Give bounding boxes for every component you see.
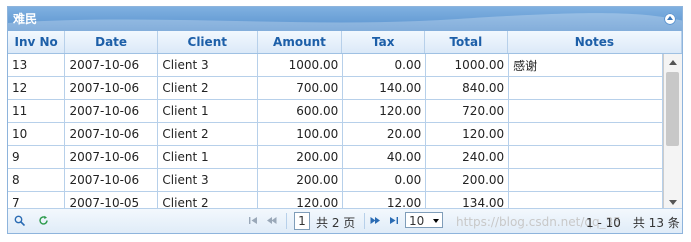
previous-page-icon[interactable] (266, 215, 277, 226)
column-header-notes[interactable]: Notes (507, 31, 682, 54)
column-header-date[interactable]: Date (64, 31, 158, 54)
cell-notes (508, 145, 663, 169)
cell-tax: 120.00 (342, 99, 427, 123)
cell-total: 720.00 (425, 99, 510, 123)
cell-total: 120.00 (425, 122, 510, 146)
separator (364, 213, 365, 229)
cell-total: 1000.00 (425, 54, 510, 77)
refresh-icon[interactable] (38, 215, 49, 226)
cell-client: Client 3 (157, 168, 259, 192)
record-summary: 1 - 10 共 13 条 (586, 216, 680, 230)
cell-client: Client 1 (157, 145, 259, 169)
cell-tax: 0.00 (342, 54, 427, 77)
page-number-input[interactable]: 1 (294, 212, 310, 230)
cell-date: 2007-10-06 (64, 76, 159, 100)
cell-date: 2007-10-06 (64, 99, 159, 123)
cell-inv-no: 12 (8, 76, 66, 100)
separator (286, 213, 287, 229)
cell-date: 2007-10-06 (64, 122, 159, 146)
scroll-up-arrow-icon[interactable] (669, 60, 677, 65)
first-page-icon[interactable] (248, 215, 259, 226)
cell-tax: 0.00 (342, 168, 427, 192)
cell-inv-no: 9 (8, 145, 66, 169)
table-row[interactable]: 12 2007-10-06 Client 2 700.00 140.00 840.00 (8, 76, 663, 100)
cell-date: 2007-10-06 (64, 168, 159, 192)
collapse-up-icon[interactable] (664, 13, 676, 25)
table-row[interactable]: 9 2007-10-06 Client 1 200.00 40.00 240.00 (8, 145, 663, 169)
cell-notes (508, 168, 663, 192)
column-header-client[interactable]: Client (157, 31, 258, 54)
cell-client: Client 2 (157, 76, 259, 100)
vertical-scrollbar[interactable] (663, 54, 682, 211)
rows-per-page-value: 10 (409, 214, 425, 228)
cell-date: 2007-10-06 (64, 54, 159, 77)
cell-amount: 600.00 (257, 99, 344, 123)
last-page-icon[interactable] (388, 215, 399, 226)
cell-client: Client 2 (157, 122, 259, 146)
cell-inv-no: 11 (8, 99, 66, 123)
scroll-down-arrow-icon[interactable] (669, 200, 677, 205)
cell-tax: 40.00 (342, 145, 427, 169)
table-row[interactable]: 10 2007-10-06 Client 2 100.00 20.00 120.00 (8, 122, 663, 146)
grid-body: 13 2007-10-06 Client 3 1000.00 0.00 1000.00 感谢… (8, 54, 663, 211)
next-page-icon[interactable] (370, 215, 381, 226)
data-grid: 难民 Inv No Date Client Amount Tax Total N… (7, 6, 683, 234)
cell-notes (508, 122, 663, 146)
grid-header-row: Inv No Date Client Amount Tax Total Note… (8, 31, 682, 54)
cell-amount: 200.00 (257, 168, 344, 192)
cell-notes (508, 99, 663, 123)
search-icon[interactable] (14, 215, 25, 226)
cell-tax: 20.00 (342, 122, 427, 146)
grid-title: 难民 (13, 12, 38, 26)
table-row[interactable]: 13 2007-10-06 Client 3 1000.00 0.00 1000.00 感谢 (8, 54, 663, 77)
cell-tax: 140.00 (342, 76, 427, 100)
grid-rows-table: 13 2007-10-06 Client 3 1000.00 0.00 1000.00 感谢… (8, 54, 663, 211)
cell-inv-no: 13 (8, 54, 66, 77)
cell-total: 840.00 (425, 76, 510, 100)
column-header-total[interactable]: Total (424, 31, 508, 54)
cell-amount: 200.00 (257, 145, 344, 169)
cell-total: 240.00 (425, 145, 510, 169)
table-row[interactable]: 8 2007-10-06 Client 3 200.00 0.00 200.00 (8, 168, 663, 192)
grid-caption: 难民 (8, 7, 682, 31)
cell-client: Client 3 (157, 54, 259, 77)
cell-client: Client 1 (157, 99, 259, 123)
cell-amount: 1000.00 (257, 54, 344, 77)
table-row[interactable]: 11 2007-10-06 Client 1 600.00 120.00 720.00 (8, 99, 663, 123)
scrollbar-thumb[interactable] (666, 72, 679, 146)
cell-amount: 700.00 (257, 76, 344, 100)
cell-date: 2007-10-06 (64, 145, 159, 169)
column-header-inv-no[interactable]: Inv No (8, 31, 66, 54)
dropdown-arrow-icon (433, 219, 439, 223)
cell-notes (508, 76, 663, 100)
column-header-amount[interactable]: Amount (257, 31, 343, 54)
rows-per-page-select[interactable]: 10 (405, 212, 443, 228)
cell-notes: 感谢 (508, 54, 663, 77)
column-header-tax[interactable]: Tax (341, 31, 426, 54)
cell-total: 200.00 (425, 168, 510, 192)
cell-inv-no: 8 (8, 168, 66, 192)
caption-decoration (8, 13, 682, 31)
total-pages-label: 共 2 页 (316, 216, 356, 230)
cell-inv-no: 10 (8, 122, 66, 146)
cell-amount: 100.00 (257, 122, 344, 146)
pager-bar: 1 共 2 页 10 https://blog.csdn.net/qq_35 1… (8, 208, 682, 233)
